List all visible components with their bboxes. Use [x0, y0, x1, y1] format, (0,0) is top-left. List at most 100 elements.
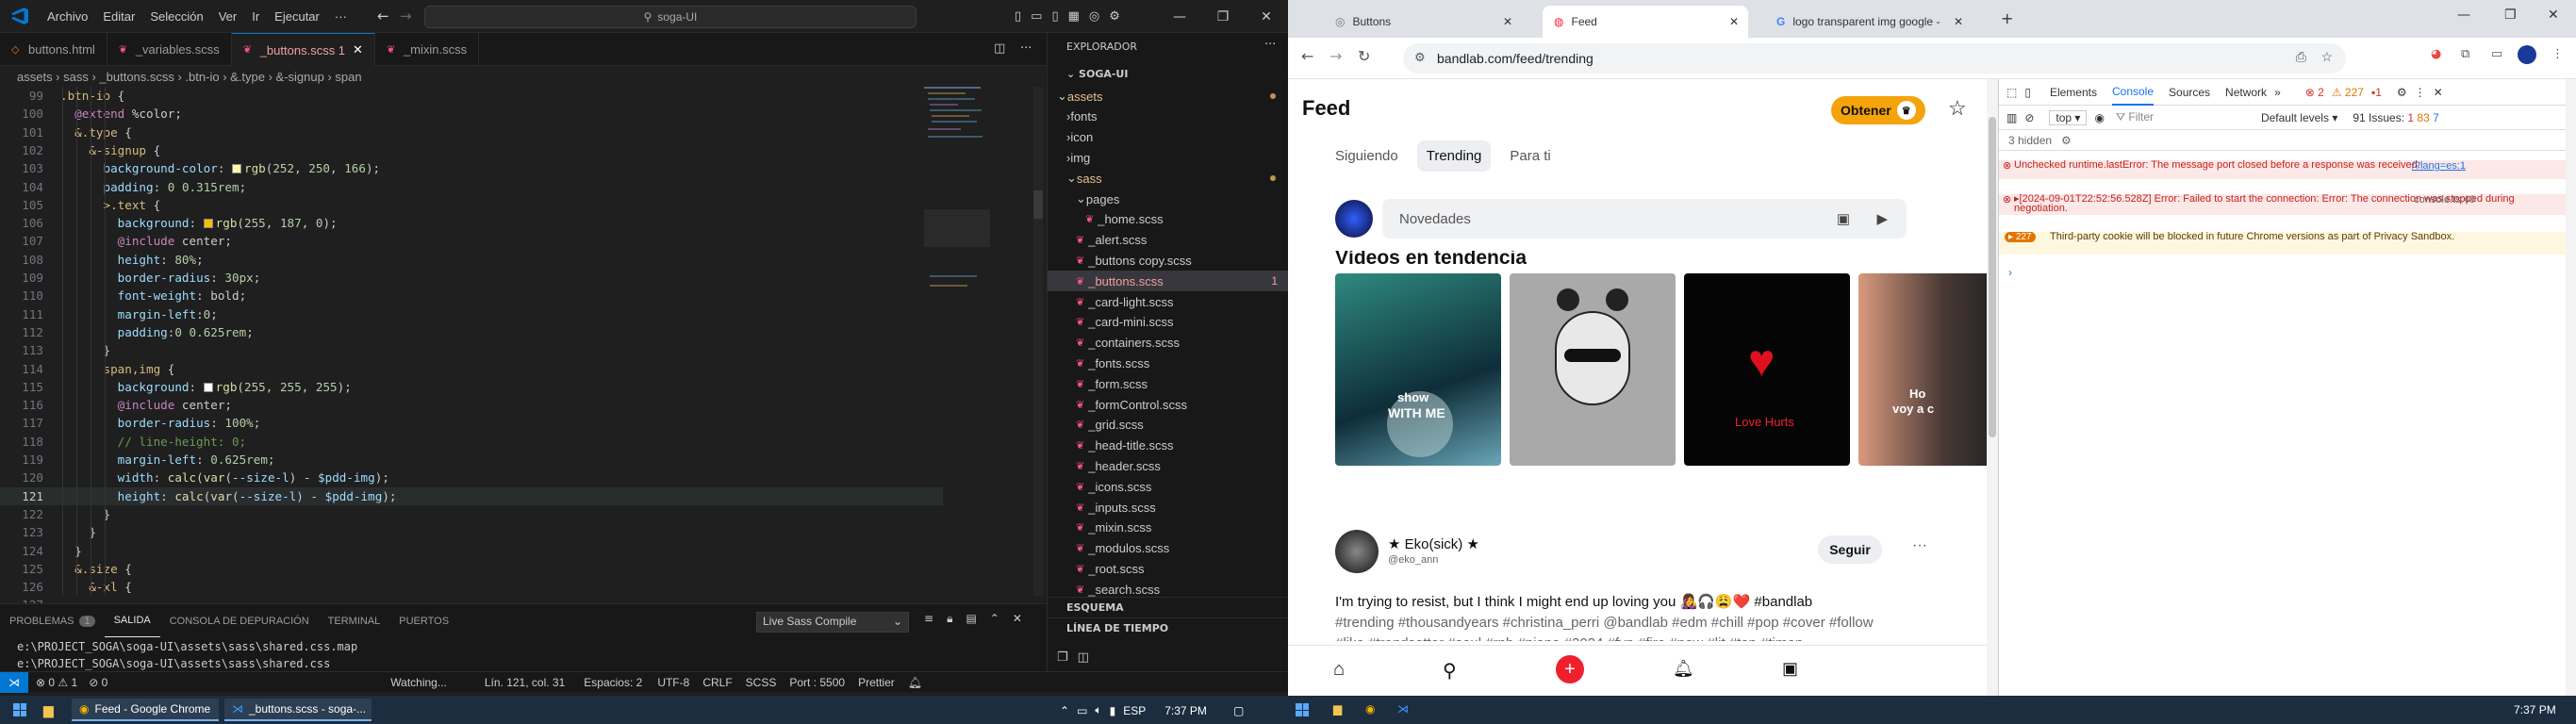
editor-scrollbar[interactable]	[1033, 87, 1043, 596]
extensions-puzzle-icon[interactable]: ⧉	[2461, 47, 2469, 61]
file-item[interactable]: ❦ _head-title.scss	[1048, 436, 1289, 456]
menu-seleccion[interactable]: Selección	[142, 9, 210, 24]
code-line[interactable]: 100 @extend %color;	[0, 105, 943, 123]
issues-summary[interactable]: 91 Issues: 1 83 7	[2353, 111, 2438, 124]
maximize-icon[interactable]: ❐	[1201, 0, 1245, 33]
post-author-name[interactable]: ★ Eko(sick) ★	[1388, 535, 1479, 552]
panel-tab-ports[interactable]: PUERTOS	[389, 604, 458, 637]
issues-badge[interactable]: ▪1	[2371, 86, 2382, 99]
subtab-following[interactable]: Siguiendo	[1326, 140, 1408, 172]
forward-arrow-icon[interactable]: →	[1329, 47, 1342, 65]
close-tab-icon[interactable]: ✕	[1503, 15, 1512, 28]
chrome-menu-icon[interactable]: ⋮	[2551, 47, 2564, 61]
code-line[interactable]: 116 @include center;	[0, 396, 943, 414]
code-line[interactable]: 110 font-weight: bold;	[0, 287, 943, 304]
back-arrow-icon[interactable]: ←	[377, 8, 389, 25]
code-line[interactable]: 109 border-radius: 30px;	[0, 269, 943, 287]
cursor-position[interactable]: Lín. 121, col. 31	[485, 676, 565, 689]
post-hashtags[interactable]: #trending #thousandyears #christina_perr…	[1335, 613, 1957, 634]
file-item[interactable]: ❦ _mixin.scss	[1048, 518, 1289, 538]
subtab-for-you[interactable]: Para ti	[1500, 140, 1560, 172]
outline-section[interactable]: ESQUEMA	[1048, 597, 1289, 617]
more-actions-icon[interactable]: ···	[1020, 41, 1032, 56]
code-line[interactable]: 114 span,img {	[0, 360, 943, 378]
code-line[interactable]: 119 margin-left: 0.625rem;	[0, 451, 943, 469]
image-upload-icon[interactable]: ▣	[1837, 210, 1850, 227]
eol-status[interactable]: CRLF	[702, 676, 732, 689]
keyboard-lang[interactable]: ESP	[1123, 704, 1146, 717]
volume-icon[interactable]: 🔈︎	[1095, 703, 1101, 717]
code-line[interactable]: 107 @include center;	[0, 232, 943, 250]
panel-tab-problems[interactable]: PROBLEMAS 1	[0, 604, 105, 637]
library-icon[interactable]: ▣	[1782, 659, 1798, 679]
console-prompt[interactable]: ›	[2008, 266, 2012, 279]
favorite-star-icon[interactable]: ☆	[1948, 96, 1967, 121]
start-windows-icon[interactable]	[13, 703, 26, 716]
code-line[interactable]: 101 &.type {	[0, 123, 943, 141]
file-item[interactable]: ❦ _buttons copy.scss	[1048, 250, 1289, 271]
search-icon[interactable]: ⚲	[1443, 659, 1457, 683]
post-author-handle[interactable]: @eko_ann	[1388, 554, 1438, 566]
console-settings-gear-icon[interactable]: ⚙	[2061, 134, 2072, 147]
menu-editar[interactable]: Editar	[95, 9, 142, 24]
minimize-icon[interactable]: —	[1158, 0, 1201, 33]
clock[interactable]: 7:37 PM	[1164, 704, 1207, 717]
code-line[interactable]: 113 }	[0, 341, 943, 359]
message-source-link[interactable]: /?lang=es:1	[2412, 161, 2466, 172]
code-line[interactable]: 121 height: calc(var(--size-l) - $pdd-im…	[0, 486, 943, 505]
code-line[interactable]: 102 &-signup {	[0, 141, 943, 159]
file-item[interactable]: ❦ _alert.scss	[1048, 230, 1289, 251]
file-item[interactable]: ❦ _root.scss	[1048, 558, 1289, 579]
console-message-error[interactable]: ⊗ Unchecked runtime.lastError: The messa…	[1999, 160, 2576, 179]
workspace-root[interactable]: ⌄ SOGA-UI	[1066, 68, 1128, 80]
sidebar-toggle-icon[interactable]: ▥	[2006, 111, 2017, 124]
video-upload-icon[interactable]: ▶	[1876, 210, 1888, 227]
file-item[interactable]: ❦ _grid.scss	[1048, 415, 1289, 436]
minimap[interactable]	[924, 87, 1018, 332]
settings-gear-icon[interactable]: ⚙	[1109, 9, 1120, 24]
notifications-bell-icon[interactable]: 🔔︎	[1673, 659, 1694, 679]
taskbar-vscode-window[interactable]: ⋊ _buttons.scss - soga-...	[224, 699, 372, 721]
create-plus-icon[interactable]: +	[1556, 655, 1584, 683]
warning-badge[interactable]: ⚠ 227	[2332, 86, 2364, 99]
code-line[interactable]: 125 &.size {	[0, 560, 943, 578]
file-item[interactable]: ❦ _card-light.scss	[1048, 291, 1289, 312]
start-windows-icon[interactable]	[1296, 703, 1309, 716]
user-avatar[interactable]	[1335, 200, 1373, 238]
forward-arrow-icon[interactable]: →	[400, 8, 412, 25]
folder-item[interactable]: ⌄ pages	[1048, 189, 1289, 209]
menu-archivo[interactable]: Archivo	[40, 9, 95, 24]
code-line[interactable]: 118 // line-height: 0;	[0, 433, 943, 451]
network-icon[interactable]: ▭	[1077, 704, 1087, 717]
timeline-section[interactable]: LÍNEA DE TIEMPO	[1048, 617, 1289, 638]
code-line[interactable]: 120 width: calc(var(--size-l) - $pdd-img…	[0, 469, 943, 486]
devtools-tab-network[interactable]: Network	[2225, 86, 2267, 99]
maximize-icon[interactable]: ❐	[2504, 8, 2517, 23]
code-line[interactable]: 126 &-xl {	[0, 578, 943, 596]
file-item[interactable]: ❦ _home.scss	[1048, 209, 1289, 230]
notifications-bell-icon[interactable]: 🔔︎	[908, 676, 922, 689]
file-item[interactable]: ❦ _fonts.scss	[1048, 353, 1289, 373]
trending-video-card[interactable]: show WITH ME	[1335, 273, 1501, 466]
list-filter-icon[interactable]: ≡	[924, 612, 933, 626]
prettier-status[interactable]: Prettier	[858, 676, 895, 689]
file-explorer-icon[interactable]: ▆	[1333, 702, 1342, 716]
panel-tab-terminal[interactable]: TERMINAL	[319, 604, 390, 637]
console-filter-input[interactable]: ⛛ Filter	[2112, 110, 2254, 124]
tab-buttons-html[interactable]: ◇ buttons.html	[0, 33, 107, 66]
file-explorer-icon[interactable]: ▆	[43, 702, 54, 718]
follow-button[interactable]: Seguir	[1818, 535, 1882, 564]
error-badge[interactable]: ⊗ 2	[2305, 86, 2324, 99]
site-info-icon[interactable]: ⚙	[1414, 50, 1426, 65]
devtools-menu-icon[interactable]: ⋮	[2415, 86, 2426, 99]
breadcrumb-path[interactable]: assets › sass › _buttons.scss › .btn-io …	[17, 70, 362, 84]
split-icon[interactable]: ◫	[1078, 650, 1089, 665]
explorer-more-icon[interactable]: ···	[1264, 38, 1276, 52]
back-arrow-icon[interactable]: ←	[1301, 47, 1313, 65]
file-item[interactable]: ❦ _icons.scss	[1048, 476, 1289, 497]
clear-console-icon[interactable]: ⊘	[2024, 111, 2034, 124]
lock-icon[interactable]: 🔒︎	[947, 612, 952, 626]
copy-icon[interactable]: ❐	[1057, 650, 1068, 665]
remote-icon[interactable]: ⋊	[0, 671, 28, 693]
layout-sidebar-icon[interactable]: ▯	[1015, 9, 1021, 24]
